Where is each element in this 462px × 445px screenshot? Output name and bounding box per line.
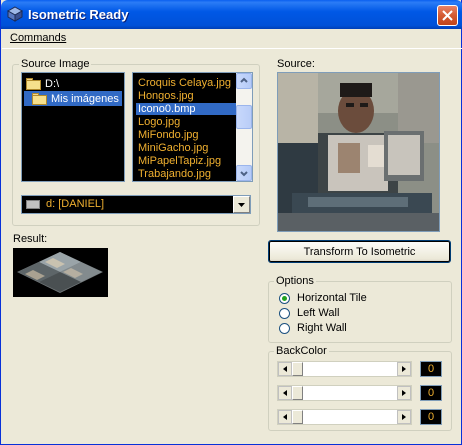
file-list[interactable]: Croquis Celaya.jpg Hongos.jpg Icono0.bmp…: [132, 72, 253, 182]
slider-thumb[interactable]: [292, 362, 303, 376]
chevron-left-icon: [283, 390, 287, 396]
drive-select[interactable]: d: [DANIEL]: [21, 195, 251, 214]
file-item[interactable]: MiPapelTapiz.jpg: [136, 155, 236, 167]
backcolor-value-1: 0: [420, 361, 442, 377]
backcolor-slider-3[interactable]: [277, 409, 412, 425]
menu-bar: Commands: [2, 29, 462, 49]
source-image-preview: [277, 72, 440, 232]
chevron-up-icon: [240, 77, 248, 83]
radio-indicator: [279, 292, 290, 304]
folder-open-icon: [26, 77, 42, 90]
tree-item-drive[interactable]: D:\: [26, 76, 59, 91]
file-item[interactable]: Logo.jpg: [136, 116, 236, 128]
file-item[interactable]: Hongos.jpg: [136, 90, 236, 102]
file-item[interactable]: Croquis Celaya.jpg: [136, 77, 236, 89]
slider-right-button[interactable]: [397, 386, 411, 400]
source-label: Source:: [277, 58, 315, 70]
tree-item-mis-imagenes[interactable]: Mis imágenes: [24, 91, 122, 106]
close-button[interactable]: [437, 5, 458, 26]
radio-label: Right Wall: [297, 322, 347, 334]
chevron-right-icon: [402, 414, 406, 420]
radio-horizontal-tile[interactable]: Horizontal Tile: [279, 291, 449, 305]
result-image: [13, 248, 108, 297]
slider-right-button[interactable]: [397, 362, 411, 376]
file-item[interactable]: MiFondo.jpg: [136, 129, 236, 141]
folder-tree[interactable]: D:\ Mis imágenes: [21, 72, 125, 182]
scroll-thumb[interactable]: [236, 105, 252, 129]
tree-item-label: Mis imágenes: [51, 92, 119, 105]
drive-dropdown-button[interactable]: [233, 196, 250, 213]
chevron-right-icon: [402, 366, 406, 372]
source-photo: [278, 73, 439, 231]
file-list-scrollbar[interactable]: [236, 73, 252, 181]
app-window: Isometric Ready Commands Source Image D:…: [0, 0, 462, 445]
chevron-down-icon: [240, 171, 248, 177]
backcolor-slider-1[interactable]: [277, 361, 412, 377]
tree-item-label: D:\: [45, 77, 60, 90]
file-item[interactable]: MiniGacho.jpg: [136, 142, 236, 154]
drive-icon: [26, 200, 40, 209]
options-legend: Options: [274, 275, 316, 287]
slider-left-button[interactable]: [278, 410, 292, 424]
transform-button[interactable]: Transform To Isometric: [268, 240, 451, 263]
window-title: Isometric Ready: [28, 7, 129, 22]
app-cube-icon: [7, 6, 23, 22]
radio-right-wall[interactable]: Right Wall: [279, 321, 449, 335]
backcolor-value-2: 0: [420, 385, 442, 401]
chevron-left-icon: [283, 366, 287, 372]
radio-label: Left Wall: [297, 307, 340, 319]
source-image-legend: Source Image: [19, 58, 92, 70]
radio-label: Horizontal Tile: [297, 292, 367, 304]
backcolor-legend: BackColor: [274, 345, 329, 357]
backcolor-value-3: 0: [420, 409, 442, 425]
radio-indicator: [279, 322, 290, 334]
chevron-right-icon: [402, 390, 406, 396]
slider-right-button[interactable]: [397, 410, 411, 424]
slider-left-button[interactable]: [278, 362, 292, 376]
slider-thumb[interactable]: [292, 386, 303, 400]
radio-left-wall[interactable]: Left Wall: [279, 306, 449, 320]
scroll-down-button[interactable]: [236, 165, 252, 181]
title-bar[interactable]: Isometric Ready: [1, 0, 462, 29]
menu-commands-label: Commands: [10, 32, 67, 44]
result-isometric-preview: [13, 248, 108, 297]
drive-select-value: d: [DANIEL]: [46, 198, 105, 210]
menu-commands[interactable]: Commands: [10, 32, 66, 44]
slider-thumb[interactable]: [292, 410, 303, 424]
slider-left-button[interactable]: [278, 386, 292, 400]
folder-open-icon: [32, 92, 48, 105]
chevron-down-icon: [238, 203, 245, 207]
result-label: Result:: [13, 233, 48, 245]
chevron-left-icon: [283, 414, 287, 420]
radio-indicator: [279, 307, 290, 319]
backcolor-slider-2[interactable]: [277, 385, 412, 401]
file-item[interactable]: Trabajando.jpg: [136, 168, 236, 180]
close-icon: [442, 10, 453, 21]
scroll-up-button[interactable]: [236, 73, 252, 89]
file-item-selected[interactable]: Icono0.bmp: [136, 103, 236, 115]
